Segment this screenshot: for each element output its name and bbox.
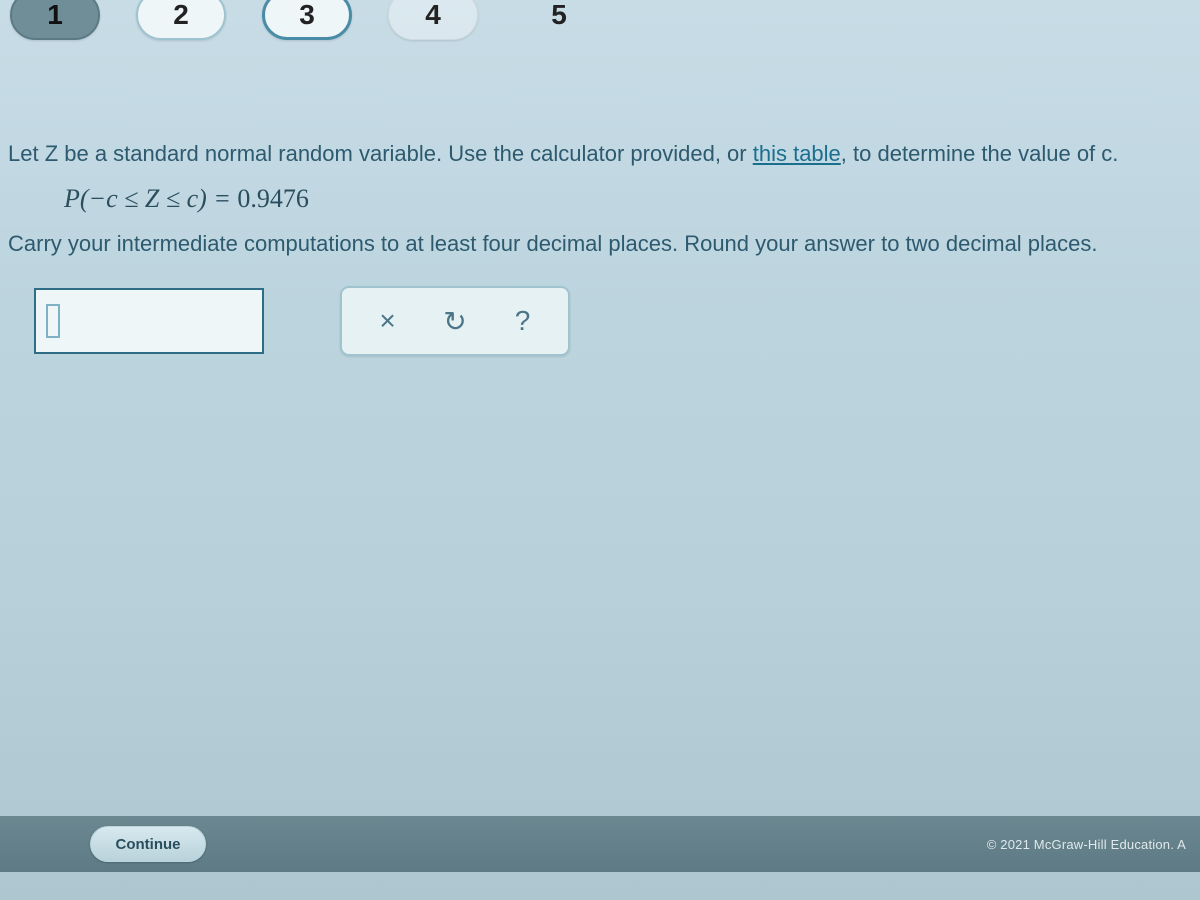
reset-button[interactable]: ↻ <box>433 305 477 338</box>
step-pill-4[interactable]: 4 <box>388 0 478 40</box>
step-label: 3 <box>299 0 315 31</box>
continue-button[interactable]: Continue <box>90 826 206 862</box>
question-instruction: Carry your intermediate computations to … <box>8 228 1192 260</box>
step-label: 1 <box>47 0 63 31</box>
clear-button[interactable]: × <box>366 305 410 337</box>
step-pill-3[interactable]: 3 <box>262 0 352 40</box>
question-icon: ? <box>515 305 531 336</box>
formula-rhs: 0.9476 <box>237 184 309 213</box>
close-icon: × <box>379 305 395 336</box>
text-cursor-icon <box>46 304 60 338</box>
question-intro: Let Z be a standard normal random variab… <box>8 138 1192 170</box>
question-body: Let Z be a standard normal random variab… <box>8 138 1192 269</box>
question-step-nav: 1 2 3 4 5 <box>10 0 604 40</box>
copyright-text: © 2021 McGraw-Hill Education. A <box>987 837 1186 852</box>
answer-toolbar: × ↻ ? <box>340 286 570 356</box>
answer-input[interactable] <box>34 288 264 354</box>
answer-row: × ↻ ? <box>34 286 570 356</box>
help-button[interactable]: ? <box>501 305 545 337</box>
step-pill-2[interactable]: 2 <box>136 0 226 40</box>
step-label: 4 <box>425 0 441 31</box>
probability-formula: P(−c ≤ Z ≤ c) = 0.9476 <box>64 180 1192 218</box>
step-pill-1[interactable]: 1 <box>10 0 100 40</box>
step-label: 2 <box>173 0 189 31</box>
step-label: 5 <box>551 0 567 31</box>
continue-label: Continue <box>116 836 181 853</box>
formula-eq: = <box>207 184 238 213</box>
step-pill-5[interactable]: 5 <box>514 0 604 40</box>
table-link[interactable]: this table <box>753 141 841 166</box>
intro-text-before: Let Z be a standard normal random variab… <box>8 141 753 166</box>
refresh-icon: ↻ <box>443 306 466 337</box>
formula-lhs: P(−c ≤ Z ≤ c) <box>64 184 207 213</box>
footer-bar: Continue © 2021 McGraw-Hill Education. A <box>0 816 1200 872</box>
intro-text-after: , to determine the value of c. <box>841 141 1119 166</box>
